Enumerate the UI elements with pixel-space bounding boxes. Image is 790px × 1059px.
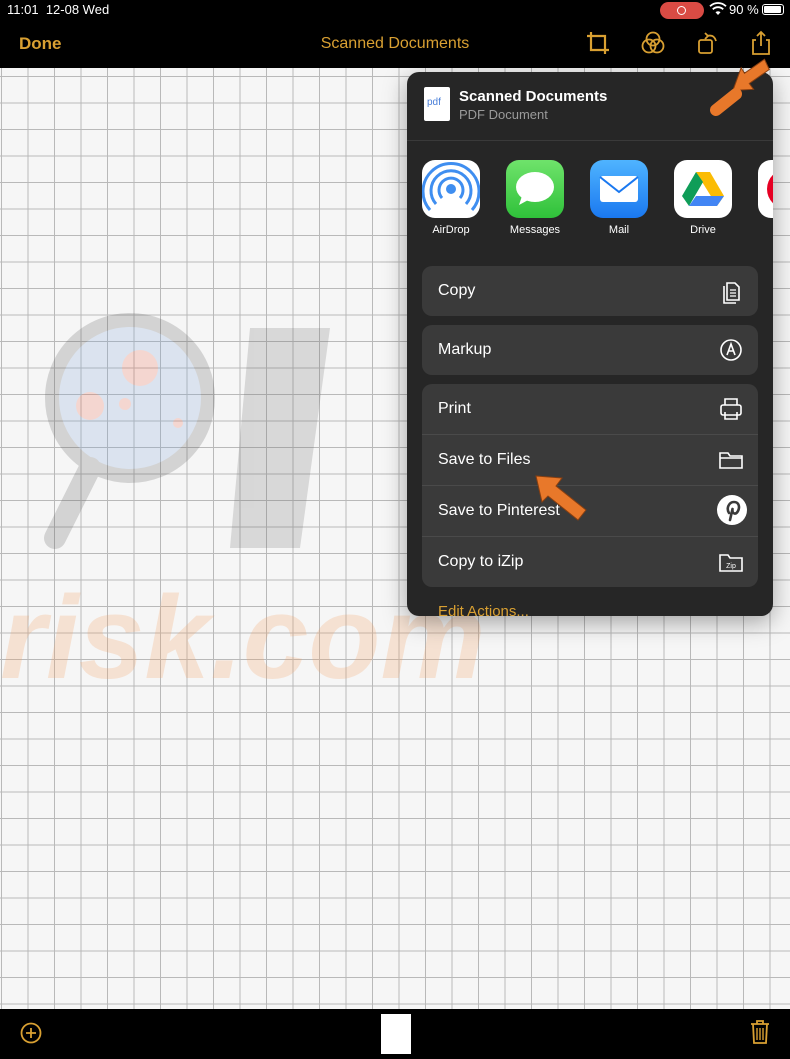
edit-actions-link[interactable]: Edit Actions... (438, 603, 529, 616)
action-copy-to-izip[interactable]: Copy to iZip Zip (422, 537, 758, 587)
action-print[interactable]: Print (422, 384, 758, 435)
airdrop-icon (422, 160, 480, 218)
folder-icon (719, 452, 743, 469)
share-icon[interactable] (748, 30, 774, 56)
svg-text:Zip: Zip (726, 563, 736, 570)
wifi-icon (709, 2, 727, 15)
share-app-drive[interactable]: Drive (668, 160, 738, 236)
rotate-icon[interactable] (695, 30, 721, 56)
battery-percent: 90 % (729, 2, 759, 17)
action-save-to-files[interactable]: Save to Files (422, 435, 758, 486)
action-save-to-pinterest[interactable]: Save to Pinterest (422, 486, 758, 537)
share-app-mail[interactable]: Mail (584, 160, 654, 236)
share-sheet: pdf Scanned Documents PDF Document AirDr… (407, 72, 773, 616)
status-time: 11:01 12-08 Wed (7, 2, 110, 17)
trash-icon[interactable] (749, 1019, 771, 1045)
crop-icon[interactable] (585, 30, 611, 56)
nav-bar: Done Scanned Documents (0, 20, 790, 68)
drive-icon (674, 160, 732, 218)
document-name: Scanned Documents (459, 88, 608, 105)
page-title: Scanned Documents (320, 35, 470, 52)
action-copy[interactable]: Copy (422, 266, 758, 316)
share-app-pinterest[interactable]: Pi (752, 160, 773, 236)
izip-folder-icon: Zip (719, 554, 743, 572)
pinterest-icon (758, 160, 773, 218)
page-thumbnail[interactable] (381, 1014, 411, 1054)
screen-recording-icon (660, 2, 704, 19)
pinterest-icon (717, 495, 747, 525)
action-markup[interactable]: Markup (422, 325, 758, 375)
markup-icon (720, 339, 742, 361)
action-group-markup: Markup (422, 325, 758, 375)
share-app-airdrop[interactable]: AirDrop (416, 160, 486, 236)
document-type: PDF Document (459, 107, 548, 122)
battery-icon (762, 4, 784, 15)
status-bar: 11:01 12-08 Wed 90 % (0, 0, 790, 20)
add-page-icon[interactable] (20, 1022, 42, 1044)
copy-icon (723, 282, 740, 304)
messages-icon (506, 160, 564, 218)
action-group-more: Print Save to Files Save to Pinterest Co… (422, 384, 758, 587)
filters-icon[interactable] (640, 30, 666, 56)
action-group-copy: Copy (422, 266, 758, 316)
share-sheet-header: pdf Scanned Documents PDF Document (407, 72, 773, 141)
mail-icon (590, 160, 648, 218)
share-app-row: AirDrop Messages Mail Drive (407, 160, 773, 250)
bottom-toolbar (0, 1009, 790, 1059)
share-app-messages[interactable]: Messages (500, 160, 570, 236)
printer-icon (720, 398, 742, 420)
pdf-file-icon: pdf (424, 87, 450, 121)
